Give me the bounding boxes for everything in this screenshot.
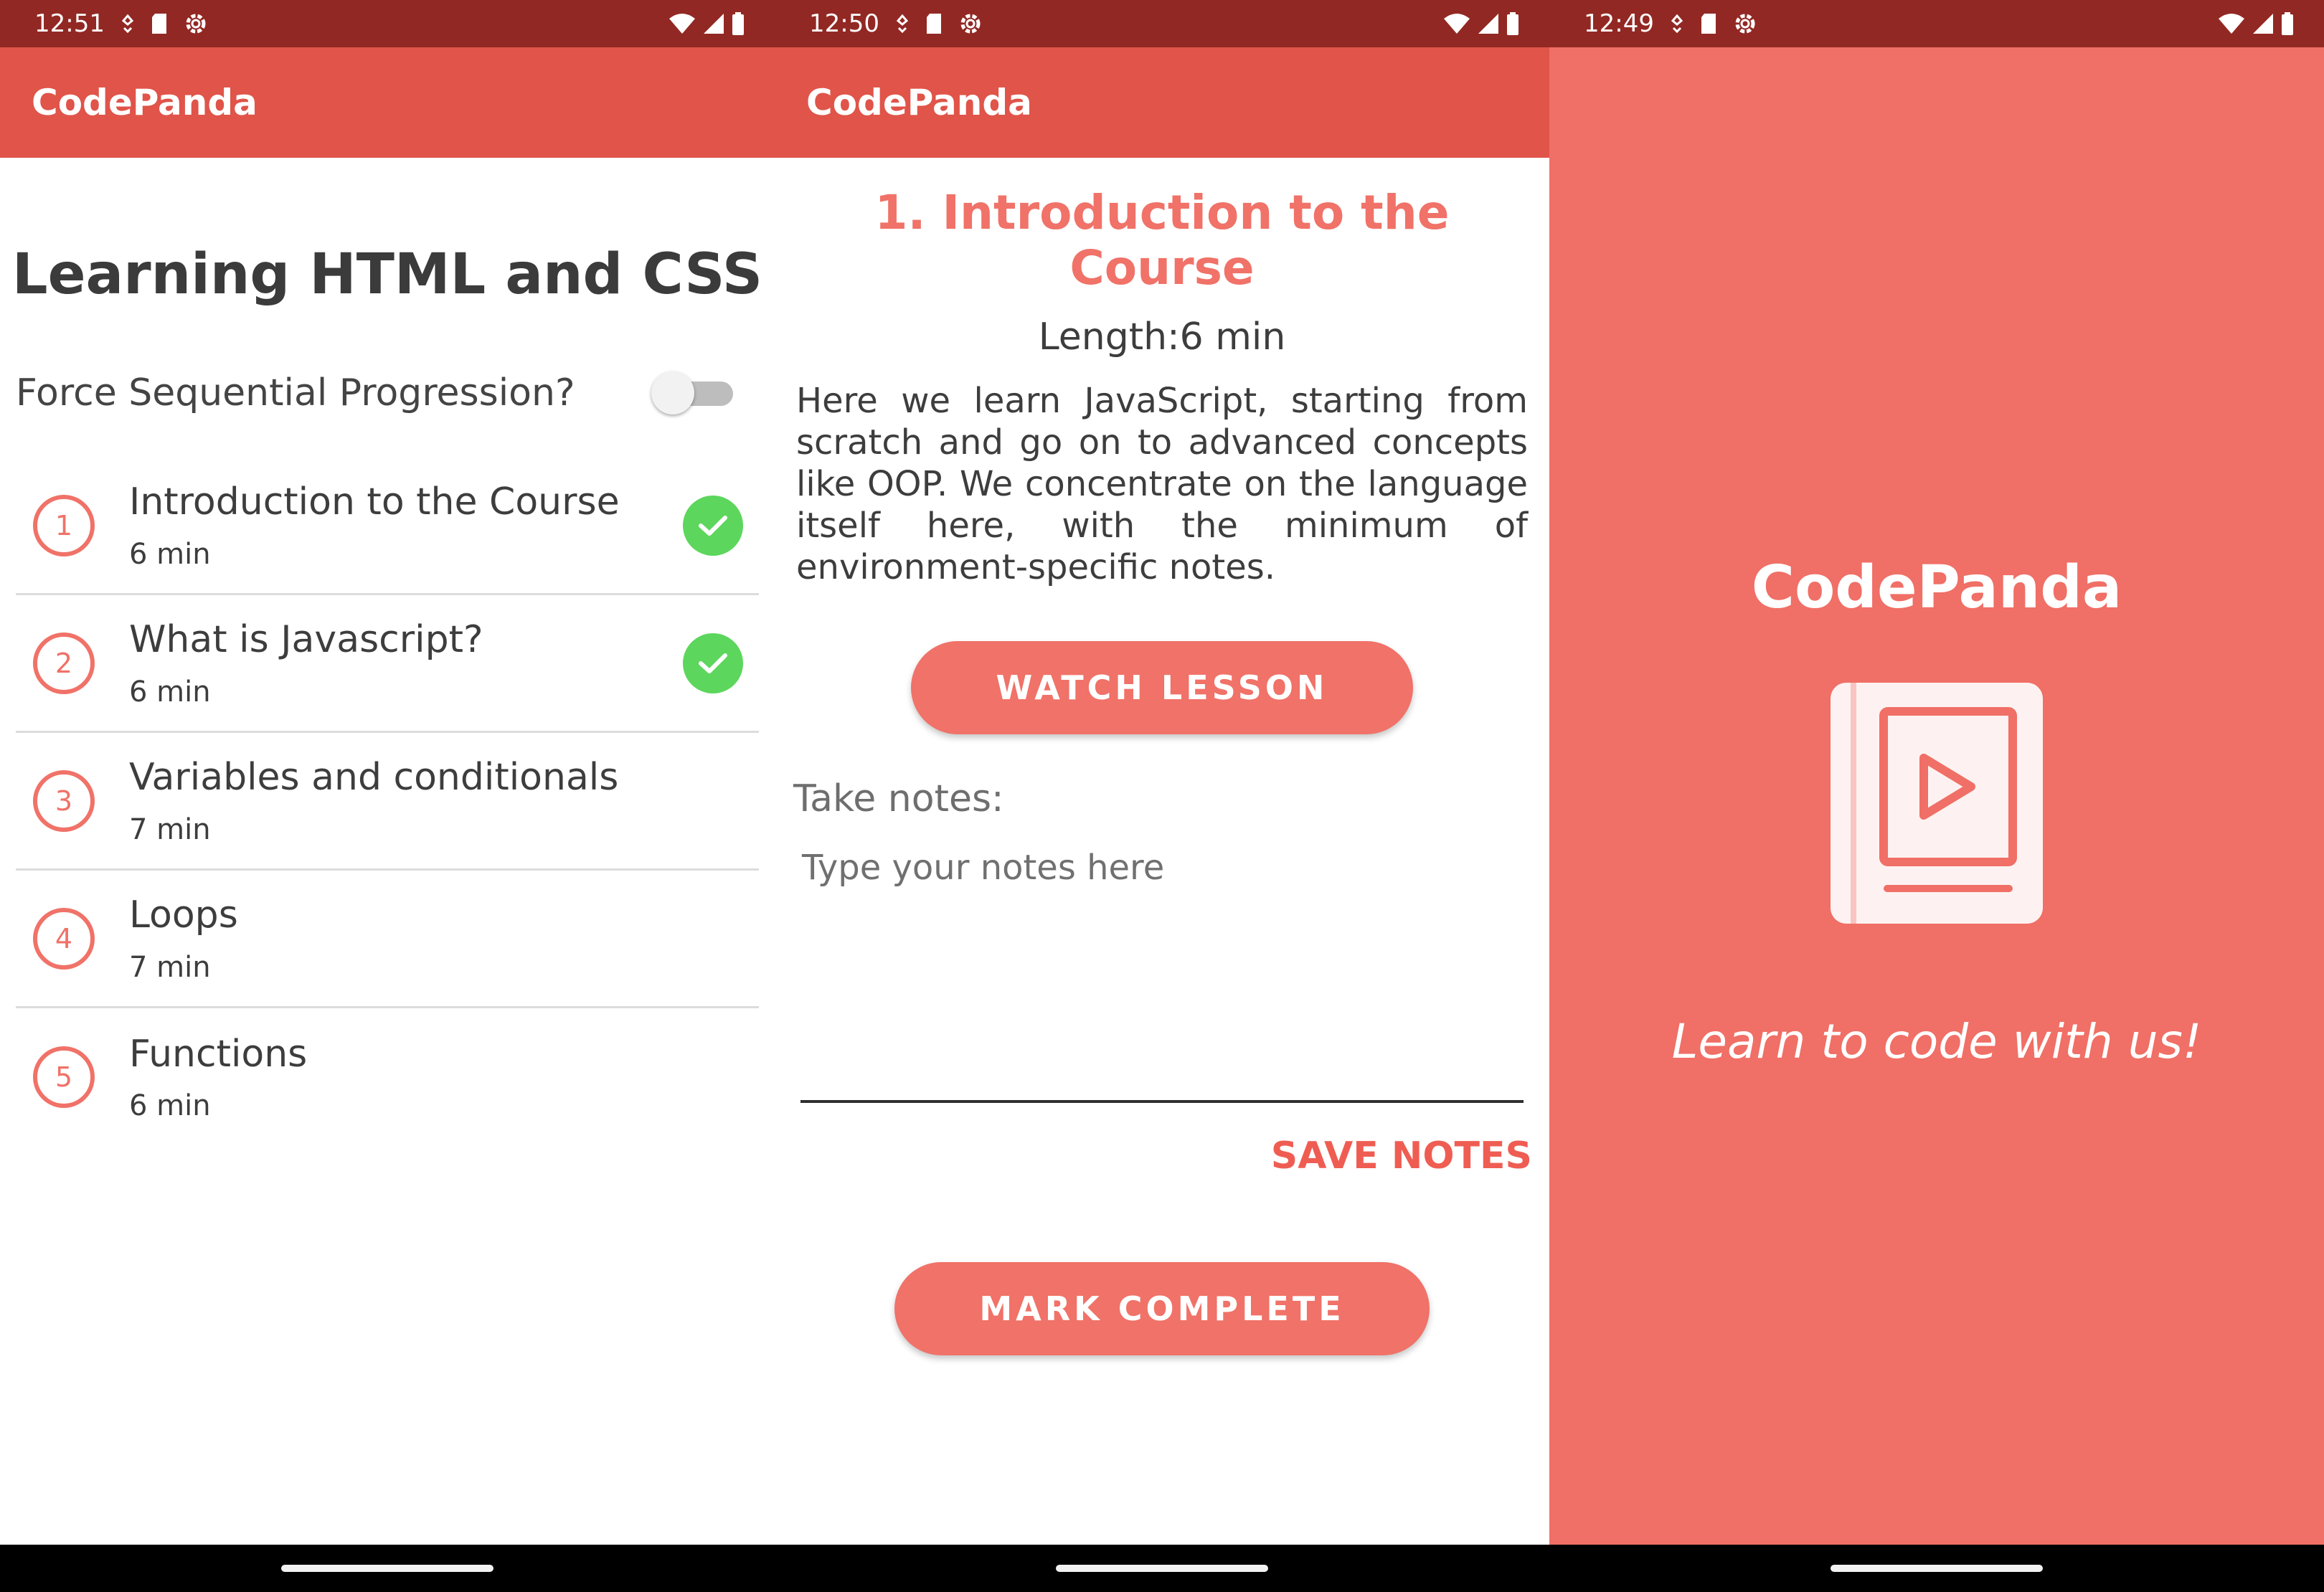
- sd-card-icon: [925, 13, 943, 34]
- status-time: 12:50: [809, 9, 879, 38]
- navigation-bar: [0, 1545, 775, 1592]
- lesson-title: Functions: [129, 1032, 308, 1076]
- check-icon: [683, 495, 743, 556]
- lesson-heading: 1. Introduction to the Course: [874, 185, 1450, 295]
- toggle-thumb: [651, 371, 694, 414]
- lesson-number-badge: 1: [33, 494, 95, 556]
- course-screen: 12:51 CodePanda Learning HTML and CSS Fo…: [0, 0, 775, 1592]
- lesson-length: 6 min: [129, 1089, 211, 1123]
- wifi-icon: [1443, 13, 1470, 34]
- navigation-bar: [1549, 1545, 2324, 1592]
- sequential-toggle-row: Force Sequential Progression?: [16, 364, 733, 422]
- lesson-title: Variables and conditionals: [129, 756, 619, 800]
- location-icon: [1670, 14, 1684, 33]
- wifi-icon: [2218, 13, 2245, 34]
- app-title: CodePanda: [32, 82, 258, 123]
- lesson-length: 7 min: [129, 950, 211, 984]
- notes-label: Take notes:: [793, 777, 1004, 820]
- location-icon: [121, 14, 135, 33]
- wifi-icon: [669, 13, 696, 34]
- lesson-title: Loops: [129, 894, 238, 937]
- sequential-toggle[interactable]: [651, 371, 733, 414]
- lesson-description: Here we learn JavaScript, starting from …: [796, 381, 1528, 587]
- lesson-number-badge: 5: [33, 1046, 95, 1108]
- check-icon: [683, 632, 743, 693]
- app-bar: CodePanda: [775, 47, 1549, 158]
- lesson-title: What is Javascript?: [129, 618, 483, 662]
- home-gesture-handle[interactable]: [1831, 1565, 2043, 1572]
- status-bar: 12:51: [0, 0, 775, 47]
- battery-icon: [732, 12, 745, 35]
- home-gesture-handle[interactable]: [1056, 1565, 1268, 1572]
- sd-card-icon: [1700, 13, 1717, 34]
- watch-lesson-button[interactable]: WATCH LESSON: [911, 641, 1413, 734]
- app-bar: CodePanda: [0, 47, 775, 158]
- lesson-row[interactable]: 3 Variables and conditionals 7 min: [16, 733, 759, 871]
- course-title: Learning HTML and CSS: [11, 242, 763, 307]
- lesson-number-badge: 4: [33, 907, 95, 970]
- lesson-row[interactable]: 4 Loops 7 min: [16, 871, 759, 1008]
- battery-icon: [2281, 12, 2294, 35]
- signal-icon: [703, 13, 724, 34]
- app-title: CodePanda: [806, 82, 1032, 123]
- splash-body: CodePanda Learn to code with us!: [1549, 47, 2324, 1545]
- lesson-list: 1 Introduction to the Course 6 min 2 Wha…: [16, 458, 759, 1146]
- settings-icon: [958, 11, 983, 36]
- splash-screen: 12:49 CodePanda Learn to code with us!: [1549, 0, 2324, 1592]
- location-icon: [895, 14, 910, 33]
- splash-tagline: Learn to code with us!: [1671, 1014, 2202, 1069]
- lesson-length: 6 min: [129, 537, 211, 571]
- status-time: 12:49: [1584, 9, 1654, 38]
- save-notes-button[interactable]: SAVE NOTES: [775, 1134, 1532, 1178]
- signal-icon: [1478, 13, 1499, 34]
- signal-icon: [2252, 13, 2274, 34]
- lesson-screen: 12:50 CodePanda 1. Introduction to the C…: [775, 0, 1549, 1592]
- status-bar: 12:50: [775, 0, 1549, 47]
- book-play-icon: [1831, 683, 2043, 927]
- mark-complete-button[interactable]: MARK COMPLETE: [894, 1262, 1430, 1355]
- battery-icon: [1506, 12, 1519, 35]
- home-gesture-handle[interactable]: [281, 1565, 493, 1572]
- lesson-length: 7 min: [129, 812, 211, 846]
- status-time: 12:51: [34, 9, 105, 38]
- lesson-length: 6 min: [129, 675, 211, 709]
- notes-input[interactable]: Type your notes here: [800, 848, 1524, 1103]
- lesson-row[interactable]: 1 Introduction to the Course 6 min: [16, 458, 759, 595]
- settings-icon: [1733, 11, 1757, 36]
- lesson-title: Introduction to the Course: [129, 480, 620, 524]
- settings-icon: [184, 11, 208, 36]
- lesson-number-badge: 3: [33, 769, 95, 832]
- navigation-bar: [775, 1545, 1549, 1592]
- lesson-length: Length:6 min: [1038, 316, 1286, 359]
- lesson-row[interactable]: 2 What is Javascript? 6 min: [16, 595, 759, 733]
- lesson-number-badge: 2: [33, 632, 95, 694]
- splash-app-name: CodePanda: [1751, 554, 2122, 622]
- lesson-row[interactable]: 5 Functions 6 min: [16, 1008, 759, 1146]
- sd-card-icon: [151, 13, 168, 34]
- toggle-label: Force Sequential Progression?: [16, 371, 575, 414]
- status-bar: 12:49: [1549, 0, 2324, 47]
